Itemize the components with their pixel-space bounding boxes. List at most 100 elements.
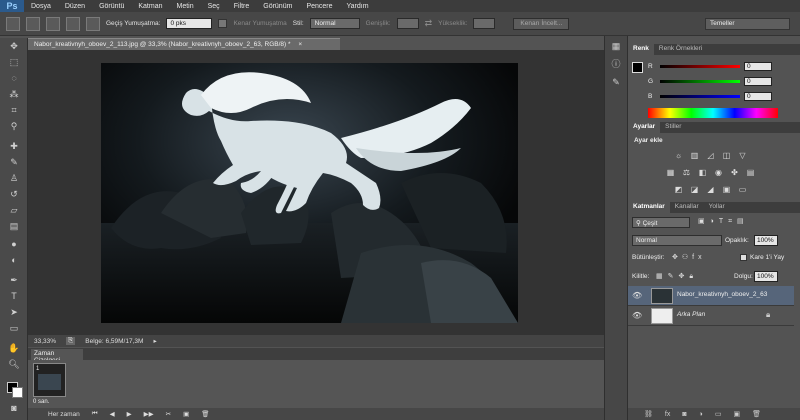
brush-tool-icon[interactable]: ✎	[7, 156, 21, 169]
status-share-icon[interactable]: ⎘	[66, 337, 76, 345]
lasso-tool-icon[interactable]: ◌	[7, 72, 21, 85]
curves-icon[interactable]: ◿	[706, 151, 715, 160]
new-layer-icon[interactable]: ▣	[733, 410, 740, 418]
black-white-icon[interactable]: ◧	[698, 168, 707, 177]
history-panel-icon[interactable]: ▦	[610, 40, 622, 52]
blue-value[interactable]: 0	[744, 92, 772, 101]
layer-name[interactable]: Nabor_kreativnyh_oboev_2_63	[677, 291, 767, 298]
menu-file[interactable]: Dosya	[24, 3, 58, 10]
color-swatches-icon[interactable]	[7, 382, 23, 398]
red-value[interactable]: 0	[744, 62, 772, 71]
loop-select[interactable]: Her zaman	[48, 411, 80, 418]
threshold-icon[interactable]: ◢	[706, 185, 715, 194]
width-input[interactable]	[396, 18, 419, 29]
menu-view[interactable]: Görünüm	[256, 3, 299, 10]
tab-channels[interactable]: Kanallar	[670, 202, 704, 213]
foreground-color-swatch[interactable]	[632, 62, 643, 73]
timeline-tab[interactable]: Zaman Çizelgesi	[31, 349, 83, 364]
intersect-selection-icon[interactable]	[86, 16, 100, 31]
close-doc-icon[interactable]: ×	[298, 41, 302, 48]
menu-help[interactable]: Yardım	[340, 3, 376, 10]
blur-tool-icon[interactable]: ●	[7, 238, 21, 251]
lock-icons[interactable]: ▦✎✥🔒︎	[656, 272, 698, 281]
tab-paths[interactable]: Yollar	[704, 202, 730, 213]
vibrance-icon[interactable]: ▽	[738, 151, 747, 160]
hue-saturation-icon[interactable]: ▦	[666, 168, 675, 177]
opacity-input[interactable]: 100%	[754, 235, 778, 246]
filter-icons[interactable]: ▣◑T⌗▤	[698, 217, 749, 226]
green-slider[interactable]: G 0	[648, 77, 772, 86]
link-layers-icon[interactable]: ⛓	[644, 410, 653, 418]
marquee-tool-icon[interactable]: ⬚	[7, 56, 21, 69]
exposure-icon[interactable]: ◫	[722, 151, 731, 160]
duplicate-frame-icon[interactable]: ▣	[183, 410, 189, 418]
menu-image[interactable]: Görüntü	[92, 3, 131, 10]
timeline-frame-1[interactable]: 1	[33, 363, 66, 397]
add-selection-icon[interactable]	[46, 16, 60, 31]
selective-color-icon[interactable]: ▣	[722, 185, 731, 194]
color-spectrum-bar[interactable]	[648, 108, 778, 118]
gradient-tool-icon[interactable]: ▤	[7, 220, 21, 233]
image-canvas[interactable]	[101, 63, 518, 323]
dodge-tool-icon[interactable]: ◐	[7, 254, 21, 267]
menu-filter[interactable]: Filtre	[227, 3, 257, 10]
visibility-eye-icon[interactable]: 👁︎	[632, 291, 642, 301]
refine-edge-button[interactable]: Kenarı İncelt...	[513, 17, 570, 30]
workspace-select[interactable]: Temeller	[705, 18, 790, 30]
red-slider[interactable]: R 0	[648, 62, 772, 71]
history-brush-icon[interactable]: ↺	[7, 188, 21, 201]
blend-mode-select[interactable]: Normal	[632, 235, 722, 246]
height-input[interactable]	[473, 18, 496, 29]
info-panel-icon[interactable]: ⓘ	[610, 58, 622, 70]
levels-icon[interactable]: ▥	[690, 151, 699, 160]
delete-frame-icon[interactable]: 🗑︎	[201, 410, 209, 418]
quick-mask-icon[interactable]: ◙	[7, 402, 21, 415]
tab-layers[interactable]: Katmanlar	[628, 202, 670, 213]
menu-edit[interactable]: Düzen	[58, 3, 92, 10]
healing-brush-icon[interactable]: ✚	[7, 140, 21, 153]
layer-name[interactable]: Arka Plan	[677, 311, 705, 318]
subtract-selection-icon[interactable]	[66, 16, 80, 31]
color-balance-icon[interactable]: ⚖	[682, 168, 691, 177]
mask-icon[interactable]: ◙	[682, 411, 686, 418]
invert-icon[interactable]: ◩	[674, 185, 683, 194]
channel-mixer-icon[interactable]: ✤	[730, 168, 739, 177]
magic-wand-icon[interactable]: ⁂	[7, 88, 21, 101]
tab-swatches[interactable]: Renk Örnekleri	[654, 44, 707, 55]
color-lookup-icon[interactable]: ▤	[746, 168, 755, 177]
menu-type[interactable]: Metin	[170, 3, 201, 10]
layer-row[interactable]: 👁︎ Arka Plan 🔒︎	[628, 306, 794, 326]
propagate-checkbox[interactable]	[740, 254, 747, 261]
green-value[interactable]: 0	[744, 77, 772, 86]
hand-tool-icon[interactable]: ✋	[7, 342, 21, 355]
eraser-tool-icon[interactable]: ▱	[7, 204, 21, 217]
layer-filter-select[interactable]: ⚲ Çeşit	[632, 217, 690, 228]
delete-layer-icon[interactable]: 🗑︎	[752, 410, 761, 418]
move-tool-icon[interactable]: ✥	[7, 40, 21, 53]
adjustment-layer-icon[interactable]: ◑	[699, 411, 703, 418]
tween-icon[interactable]: ✂	[166, 410, 171, 418]
unify-icons[interactable]: ✥⚇fx	[672, 253, 706, 261]
new-selection-icon[interactable]	[26, 16, 40, 31]
brightness-icon[interactable]: ☼	[674, 151, 683, 160]
marquee-preset-icon[interactable]	[6, 16, 20, 31]
fx-icon[interactable]: fx	[665, 411, 670, 418]
feather-input[interactable]: 0 pks	[166, 18, 213, 29]
swap-icon[interactable]: ⇄	[425, 18, 433, 29]
frame-delay[interactable]: 0 san.	[33, 399, 49, 405]
tab-color[interactable]: Renk	[628, 44, 654, 55]
clone-stamp-icon[interactable]: ♙	[7, 172, 21, 185]
antialias-checkbox[interactable]	[218, 19, 228, 28]
menu-layer[interactable]: Katman	[131, 3, 169, 10]
path-selection-icon[interactable]: ➤	[7, 306, 21, 319]
menu-window[interactable]: Pencere	[299, 3, 339, 10]
next-frame-icon[interactable]: ▶▶	[144, 410, 154, 418]
eyedropper-icon[interactable]: ⚲	[7, 120, 21, 133]
tab-styles[interactable]: Stiller	[660, 122, 686, 133]
fill-input[interactable]: 100%	[754, 271, 778, 282]
visibility-eye-icon[interactable]: 👁︎	[632, 311, 642, 321]
layer-row[interactable]: 👁︎ Nabor_kreativnyh_oboev_2_63	[628, 286, 794, 306]
zoom-tool-icon[interactable]: 🔍︎	[7, 358, 21, 371]
blue-slider[interactable]: B 0	[648, 92, 772, 101]
crop-tool-icon[interactable]: ⌗	[7, 104, 21, 117]
